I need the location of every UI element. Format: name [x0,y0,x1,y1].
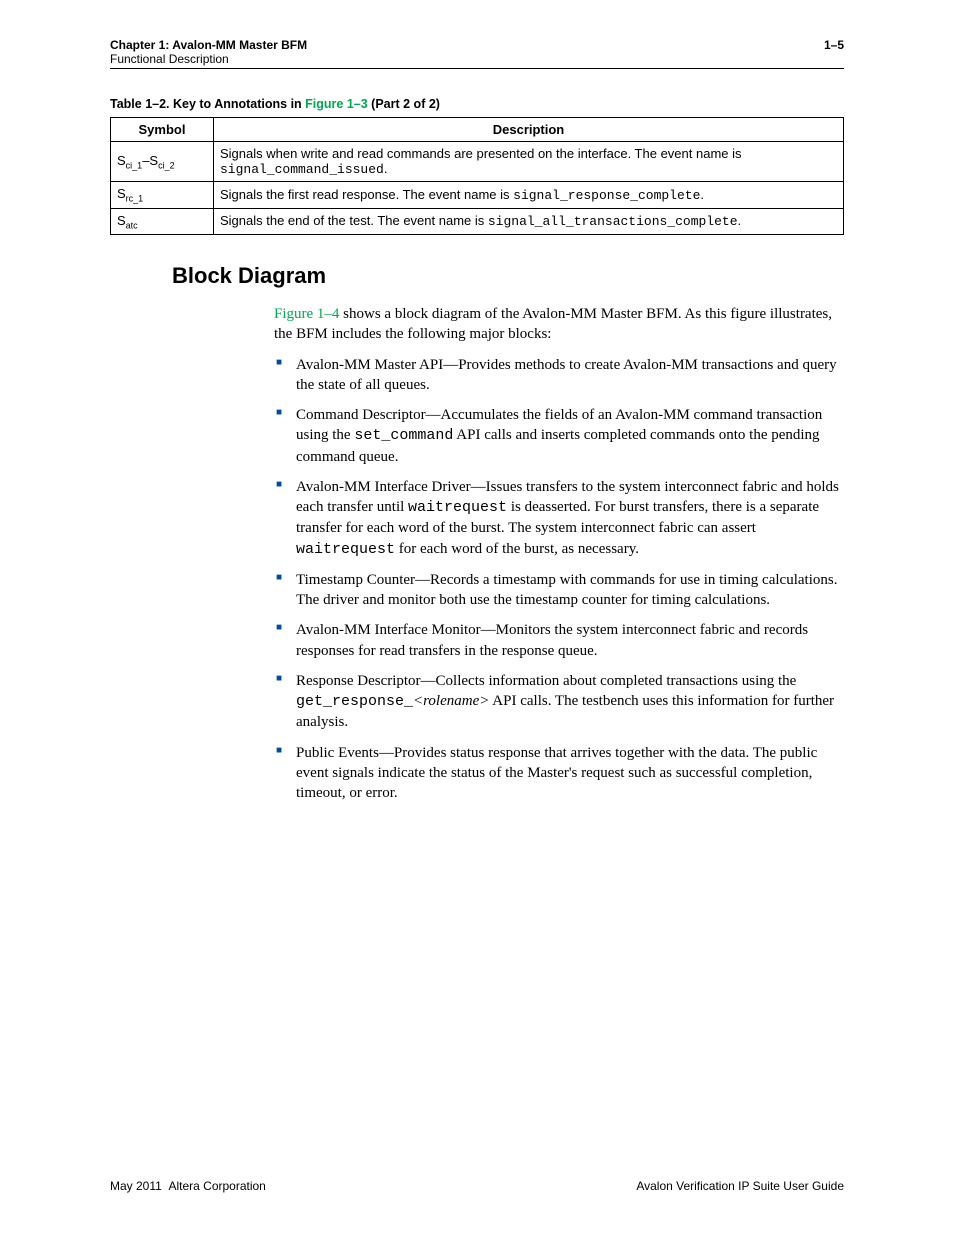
list-item: Avalon-MM Interface Driver—Issues transf… [296,477,844,560]
table-row: Sci_1–Sci_2 Signals when write and read … [111,142,844,182]
block-list: Avalon-MM Master API—Provides methods to… [274,355,844,804]
figure-link[interactable]: Figure 1–4 [274,306,339,322]
table-row: Src_1 Signals the first read response. T… [111,182,844,209]
footer-right: Avalon Verification IP Suite User Guide [636,1179,844,1193]
cell-symbol: Satc [111,208,214,235]
list-item: Command Descriptor—Accumulates the field… [296,405,844,467]
header-chapter: Chapter 1: Avalon-MM Master BFM [110,38,307,52]
intro-paragraph: Figure 1–4 shows a block diagram of the … [274,304,844,345]
list-item: Timestamp Counter—Records a timestamp wi… [296,570,844,611]
list-item: Avalon-MM Interface Monitor—Monitors the… [296,620,844,661]
page-header: Chapter 1: Avalon-MM Master BFM Function… [110,38,844,69]
list-item: Avalon-MM Master API—Provides methods to… [296,355,844,396]
footer-left: May 2011 Altera Corporation [110,1179,266,1193]
table-row: Satc Signals the end of the test. The ev… [111,208,844,235]
col-description: Description [214,118,844,142]
annotations-table: Symbol Description Sci_1–Sci_2 Signals w… [110,117,844,235]
cell-symbol: Sci_1–Sci_2 [111,142,214,182]
col-symbol: Symbol [111,118,214,142]
page-footer: May 2011 Altera Corporation Avalon Verif… [110,1179,844,1193]
table-caption: Table 1–2. Key to Annotations in Figure … [110,97,844,111]
cell-symbol: Src_1 [111,182,214,209]
page-number: 1–5 [824,38,844,66]
section-heading: Block Diagram [172,263,844,289]
cell-description: Signals the first read response. The eve… [214,182,844,209]
cell-description: Signals the end of the test. The event n… [214,208,844,235]
cell-description: Signals when write and read commands are… [214,142,844,182]
header-section: Functional Description [110,52,307,66]
figure-link[interactable]: Figure 1–3 [305,97,368,111]
list-item: Response Descriptor—Collects information… [296,671,844,733]
list-item: Public Events—Provides status response t… [296,743,844,804]
